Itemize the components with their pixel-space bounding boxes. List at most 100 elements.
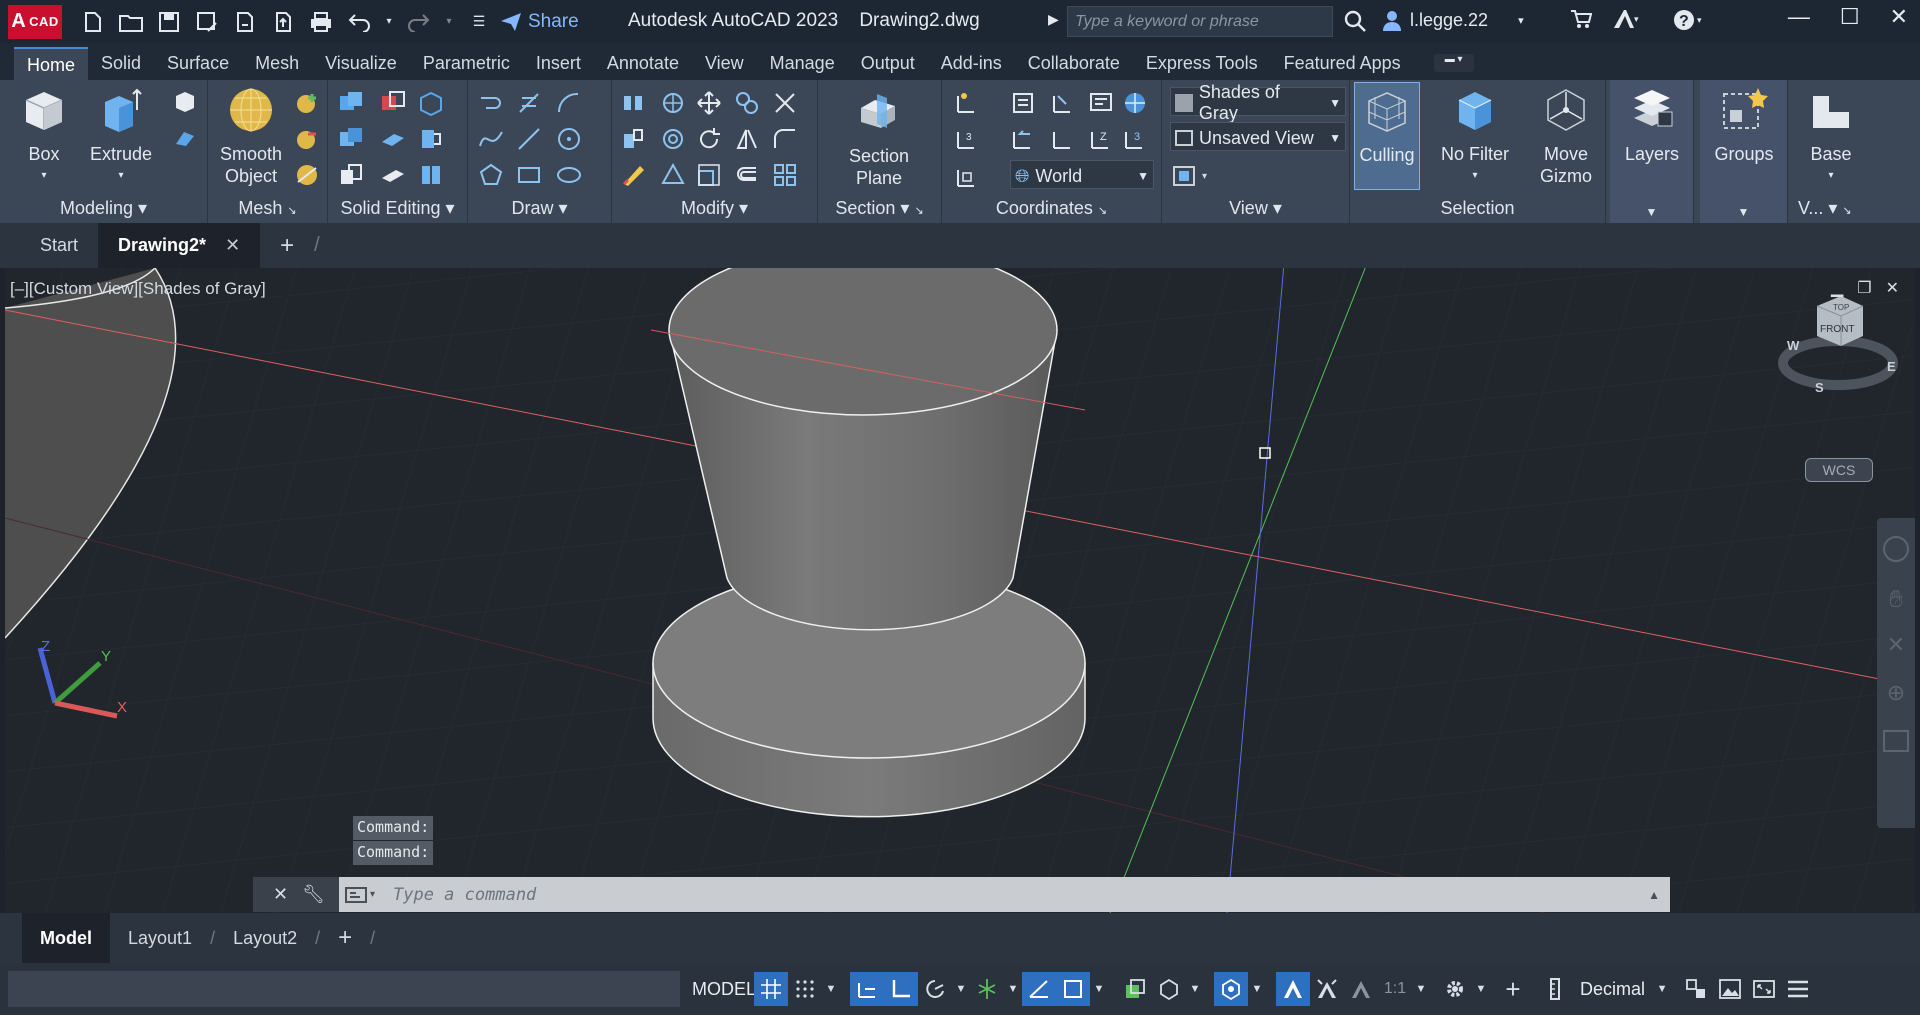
polysolid-icon[interactable]	[172, 124, 198, 150]
graphics-performance-icon[interactable]	[1713, 972, 1747, 1006]
tab-output[interactable]: Output	[848, 47, 928, 80]
groups-dropdown-icon[interactable]: ▼	[1700, 205, 1787, 219]
tab-insert[interactable]: Insert	[523, 47, 594, 80]
box-button[interactable]: Box ▾	[12, 86, 76, 187]
spline-icon[interactable]	[478, 126, 504, 152]
command-customize-icon[interactable]: 🔧︎	[302, 884, 325, 905]
polyline-icon[interactable]	[478, 90, 504, 116]
no-filter-dropdown-icon[interactable]: ▾	[1430, 165, 1520, 187]
viewport-close-icon[interactable]: ✕	[1886, 278, 1899, 298]
arc-icon[interactable]	[556, 90, 582, 116]
tab-manage[interactable]: Manage	[757, 47, 848, 80]
modeling-panel-title[interactable]: Modeling ▾	[0, 198, 207, 219]
quick-properties-icon[interactable]	[1679, 972, 1713, 1006]
section-panel-title[interactable]: Section ▾ ↘	[818, 198, 941, 219]
layers-button[interactable]: Layers	[1616, 86, 1688, 165]
slice-icon[interactable]	[380, 126, 406, 152]
line-icon[interactable]	[516, 126, 542, 152]
plot-icon[interactable]	[308, 9, 334, 35]
rotate-icon[interactable]	[696, 126, 722, 152]
move-gizmo-button[interactable]: Move Gizmo	[1528, 86, 1604, 187]
presspull-icon[interactable]	[172, 88, 198, 114]
tab-surface[interactable]: Surface	[154, 47, 242, 80]
tab-annotate[interactable]: Annotate	[594, 47, 692, 80]
tab-home[interactable]: Home	[14, 47, 89, 80]
customize-toolbar-icon[interactable]: ☰	[466, 9, 492, 35]
viewport-restore-icon[interactable]: ❐	[1857, 278, 1871, 298]
tab-visualize[interactable]: Visualize	[312, 47, 410, 80]
steering-wheel-icon[interactable]	[1883, 536, 1909, 562]
trim-icon[interactable]	[772, 90, 798, 116]
tab-express-tools[interactable]: Express Tools	[1133, 47, 1271, 80]
compass-east[interactable]: E	[1887, 359, 1896, 374]
mirror-3d-icon[interactable]	[620, 90, 646, 116]
thicken-icon[interactable]	[380, 162, 406, 188]
groups-button[interactable]: Groups	[1706, 86, 1782, 165]
extrude-button[interactable]: Extrude ▾	[86, 86, 156, 187]
tab-mesh[interactable]: Mesh	[242, 47, 312, 80]
tab-model[interactable]: Model	[22, 913, 110, 963]
wcs-menu[interactable]: WCS	[1805, 458, 1873, 482]
polar-dropdown-icon[interactable]: ▼	[952, 972, 970, 1006]
search-expand-icon[interactable]: ▶	[1048, 11, 1059, 28]
units-icon[interactable]	[1538, 972, 1572, 1006]
save-as-icon[interactable]	[194, 9, 220, 35]
open-from-web-icon[interactable]	[232, 9, 258, 35]
viewport-config-button[interactable]: ▾	[1172, 162, 1216, 190]
units-value[interactable]: Decimal	[1580, 979, 1645, 1000]
rectangle-icon[interactable]	[516, 162, 542, 188]
undo-dropdown-icon[interactable]: ▾	[384, 9, 394, 35]
orbit-icon[interactable]: ⊕	[1883, 680, 1909, 708]
box-dropdown-icon[interactable]: ▾	[12, 165, 76, 187]
redo-icon[interactable]	[406, 9, 432, 35]
refine-mesh-icon[interactable]	[294, 162, 320, 188]
ucs-world-icon[interactable]	[1122, 90, 1148, 116]
search-icon[interactable]	[1343, 9, 1367, 39]
tab-layout2[interactable]: Layout2	[215, 913, 315, 963]
save-icon[interactable]	[156, 9, 182, 35]
scale-value[interactable]: 1:1	[1378, 972, 1412, 1006]
tab-featured-apps[interactable]: Featured Apps	[1271, 47, 1414, 80]
tab-collaborate[interactable]: Collaborate	[1015, 47, 1133, 80]
view-panel-title[interactable]: View ▾	[1162, 198, 1349, 219]
shell-icon[interactable]	[418, 162, 444, 188]
smooth-less-icon[interactable]	[294, 126, 320, 152]
base-button[interactable]: Base ▾	[1796, 86, 1866, 187]
mirror-icon[interactable]	[734, 126, 760, 152]
solid-history-icon[interactable]	[418, 90, 444, 116]
search-input[interactable]: Type a keyword or phrase	[1067, 6, 1333, 37]
close-icon[interactable]: ✕	[1890, 4, 1908, 30]
ucs-icon-properties[interactable]	[1088, 90, 1114, 116]
snap-dropdown-icon[interactable]: ▼	[822, 972, 840, 1006]
ucs-3-icon[interactable]: 3	[1122, 126, 1148, 152]
panel-groups[interactable]: Groups ▼	[1700, 80, 1788, 223]
save-to-web-icon[interactable]	[270, 9, 296, 35]
help-icon[interactable]: ? ▾	[1672, 8, 1706, 38]
showmotion-icon[interactable]	[1883, 730, 1909, 752]
ucs-previous-icon[interactable]	[1010, 126, 1036, 152]
close-tab-icon[interactable]: ✕	[225, 235, 240, 255]
tab-solid[interactable]: Solid	[88, 47, 154, 80]
extrude-dropdown-icon[interactable]: ▾	[86, 165, 156, 187]
model-space-button[interactable]: MODEL	[692, 979, 756, 1000]
open-folder-icon[interactable]	[118, 9, 144, 35]
subtract-icon[interactable]	[380, 90, 406, 116]
redo-dropdown-icon[interactable]: ▾	[444, 9, 454, 35]
model-space-canvas[interactable]: TOP FRONT W E S Z Y X	[5, 268, 1915, 913]
command-history-toggle-icon[interactable]: ▲	[1648, 888, 1660, 902]
solid-editing-panel-title[interactable]: Solid Editing ▾	[328, 198, 467, 219]
gizmo-dropdown-icon[interactable]: ▼	[1248, 972, 1266, 1006]
user-dropdown-icon[interactable]: ▾	[1518, 14, 1524, 27]
object-snap-dropdown-icon[interactable]: ▼	[1090, 972, 1108, 1006]
ribbon-minimize-button[interactable]: ▬ ▾	[1433, 54, 1474, 72]
tab-parametric[interactable]: Parametric	[410, 47, 523, 80]
object-snap-icon[interactable]	[1056, 972, 1090, 1006]
3d-rotate-icon[interactable]	[660, 90, 686, 116]
compass-south[interactable]: S	[1815, 380, 1824, 395]
ucs-origin-icon[interactable]	[954, 164, 980, 190]
view-2-panel-title[interactable]: V... ▾ ↘	[1788, 198, 1920, 219]
share-button[interactable]: Share	[500, 11, 579, 33]
smooth-more-icon[interactable]	[294, 90, 320, 116]
draw-panel-title[interactable]: Draw ▾	[468, 198, 611, 219]
units-dropdown-icon[interactable]: ▼	[1653, 972, 1671, 1006]
